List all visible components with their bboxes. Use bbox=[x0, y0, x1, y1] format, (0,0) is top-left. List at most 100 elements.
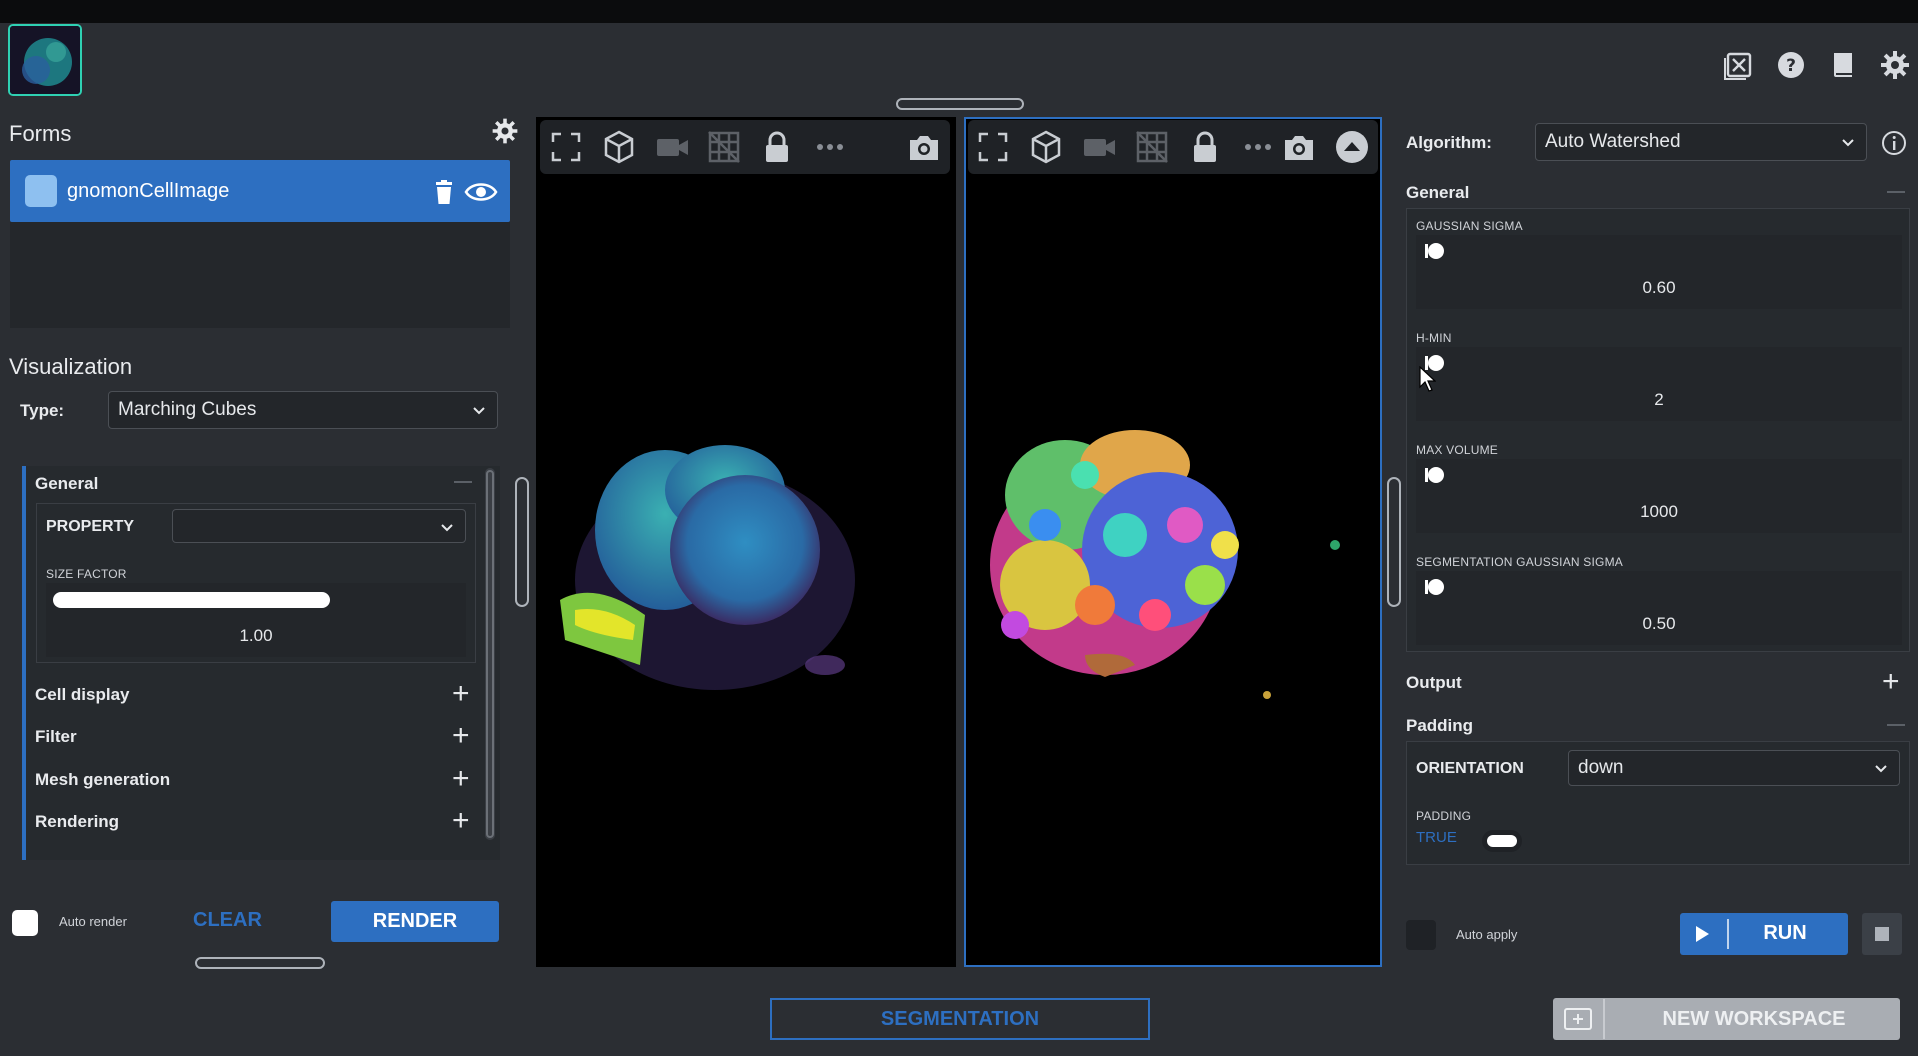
padding-toggle[interactable] bbox=[1482, 830, 1522, 852]
param-value-segmentation-gaussian-sigma[interactable]: 0.50 bbox=[1416, 614, 1902, 634]
segmentation-button[interactable]: SEGMENTATION bbox=[770, 998, 1150, 1040]
forms-list-empty-area bbox=[10, 222, 510, 328]
param-value-gaussian-sigma[interactable]: 0.60 bbox=[1416, 278, 1902, 298]
more-icon[interactable] bbox=[812, 129, 848, 165]
right-splitter-handle[interactable] bbox=[1387, 477, 1401, 607]
stop-button[interactable] bbox=[1862, 913, 1902, 955]
form-item-label: gnomonCellImage bbox=[67, 180, 230, 202]
collapse-icon[interactable] bbox=[1887, 724, 1905, 726]
type-label: Type: bbox=[20, 401, 65, 420]
property-select[interactable] bbox=[172, 509, 466, 543]
size-factor-slider[interactable] bbox=[53, 592, 330, 608]
info-icon[interactable] bbox=[1881, 130, 1907, 156]
segmentation-gaussian-sigma-slider-knob[interactable] bbox=[1424, 578, 1446, 596]
output-title: Output bbox=[1406, 673, 1462, 692]
max-volume-slider-knob[interactable] bbox=[1424, 466, 1446, 484]
eye-icon[interactable] bbox=[464, 176, 498, 208]
section-rendering[interactable]: Rendering bbox=[35, 812, 119, 832]
render-button[interactable]: RENDER bbox=[331, 901, 499, 942]
grid-off-icon[interactable] bbox=[1134, 129, 1170, 165]
cube-icon[interactable] bbox=[1028, 129, 1064, 165]
expand-mesh-generation-icon[interactable]: + bbox=[452, 764, 470, 794]
padding-value: TRUE bbox=[1416, 829, 1457, 846]
chevron-down-icon bbox=[471, 402, 487, 418]
param-value-max-volume[interactable]: 1000 bbox=[1416, 502, 1902, 522]
svg-text:?: ? bbox=[1786, 56, 1796, 76]
play-icon bbox=[1694, 925, 1710, 943]
collapse-toolbar-icon[interactable] bbox=[1334, 129, 1370, 165]
section-filter[interactable]: Filter bbox=[35, 727, 77, 747]
screenshot-camera-icon[interactable] bbox=[1281, 129, 1317, 165]
param-value-h-min[interactable]: 2 bbox=[1416, 390, 1902, 410]
lock-icon[interactable] bbox=[759, 129, 795, 165]
camera-video-icon[interactable] bbox=[1081, 129, 1117, 165]
auto-render-label: Auto render bbox=[59, 914, 127, 929]
visualization-title: Visualization bbox=[9, 354, 133, 379]
clear-button[interactable]: CLEAR bbox=[193, 909, 262, 932]
segmentation-3d-render-image bbox=[985, 415, 1365, 715]
size-factor-label: SIZE FACTOR bbox=[46, 567, 127, 581]
window-top-bar bbox=[0, 0, 1918, 23]
auto-apply-checkbox[interactable] bbox=[1406, 920, 1436, 950]
run-button[interactable]: RUN bbox=[1680, 913, 1848, 955]
mouse-cursor bbox=[1418, 366, 1436, 392]
lock-icon[interactable] bbox=[1187, 129, 1223, 165]
workspace-thumbnail[interactable] bbox=[8, 24, 82, 96]
alg-general-title: General bbox=[1406, 183, 1470, 202]
left-splitter-handle[interactable] bbox=[515, 477, 529, 607]
orientation-select[interactable]: down bbox=[1568, 750, 1900, 786]
algorithm-select-value: Auto Watershed bbox=[1545, 131, 1681, 152]
expand-cell-display-icon[interactable]: + bbox=[452, 679, 470, 709]
gaussian-sigma-slider-knob[interactable] bbox=[1424, 242, 1446, 260]
cube-icon[interactable] bbox=[601, 129, 637, 165]
run-label: RUN bbox=[1763, 922, 1807, 944]
collapse-icon[interactable] bbox=[454, 481, 472, 483]
grid-off-icon[interactable] bbox=[706, 129, 742, 165]
fullscreen-icon[interactable] bbox=[975, 129, 1011, 165]
help-icon[interactable]: ? bbox=[1774, 48, 1808, 82]
algorithm-label: Algorithm: bbox=[1406, 133, 1492, 152]
vis-general-title: General bbox=[35, 474, 99, 493]
top-resize-handle[interactable] bbox=[896, 98, 1024, 110]
add-workspace-icon bbox=[1563, 1006, 1593, 1032]
new-workspace-button[interactable]: NEW WORKSPACE bbox=[1553, 998, 1900, 1040]
chevron-down-icon bbox=[1840, 134, 1856, 150]
param-label-max-volume: MAX VOLUME bbox=[1416, 443, 1499, 457]
expand-rendering-icon[interactable]: + bbox=[452, 806, 470, 836]
vis-scrollbar[interactable] bbox=[485, 468, 495, 840]
padding-title: Padding bbox=[1406, 716, 1474, 735]
param-label-h-min: H-MIN bbox=[1416, 331, 1452, 345]
fullscreen-icon[interactable] bbox=[548, 129, 584, 165]
more-icon[interactable] bbox=[1240, 129, 1276, 165]
algorithm-select[interactable]: Auto Watershed bbox=[1535, 123, 1867, 161]
auto-render-checkbox[interactable] bbox=[12, 910, 38, 936]
orientation-select-value: down bbox=[1578, 757, 1624, 778]
orientation-label: ORIENTATION bbox=[1416, 760, 1524, 777]
book-icon[interactable] bbox=[1826, 48, 1860, 82]
param-label-gaussian-sigma: GAUSSIAN SIGMA bbox=[1416, 219, 1523, 233]
expand-filter-icon[interactable]: + bbox=[452, 721, 470, 751]
chevron-down-icon bbox=[1873, 760, 1889, 776]
type-select[interactable]: Marching Cubes bbox=[108, 391, 498, 429]
app-header bbox=[0, 23, 1918, 107]
param-label-segmentation-gaussian-sigma: SEGMENTATION GAUSSIAN SIGMA bbox=[1416, 555, 1623, 569]
close-workspace-icon[interactable] bbox=[1722, 48, 1756, 82]
trash-icon[interactable] bbox=[430, 178, 458, 206]
screenshot-camera-icon[interactable] bbox=[906, 129, 942, 165]
expand-output-icon[interactable]: + bbox=[1882, 667, 1900, 697]
collapse-icon[interactable] bbox=[1887, 191, 1905, 193]
size-factor-value[interactable]: 1.00 bbox=[46, 626, 466, 646]
section-mesh-generation[interactable]: Mesh generation bbox=[35, 770, 170, 790]
form-color-swatch[interactable] bbox=[25, 175, 57, 207]
new-workspace-label: NEW WORKSPACE bbox=[1662, 1008, 1846, 1030]
left-bottom-resize-handle[interactable] bbox=[195, 957, 325, 969]
property-label: PROPERTY bbox=[46, 518, 135, 535]
raw-3d-render-image bbox=[555, 400, 885, 720]
forms-title: Forms bbox=[9, 121, 72, 146]
type-select-value: Marching Cubes bbox=[118, 399, 257, 420]
section-cell-display[interactable]: Cell display bbox=[35, 685, 129, 705]
settings-icon[interactable] bbox=[1878, 48, 1912, 82]
forms-settings-icon[interactable] bbox=[490, 116, 520, 146]
stop-icon bbox=[1875, 927, 1889, 941]
camera-video-icon[interactable] bbox=[654, 129, 690, 165]
